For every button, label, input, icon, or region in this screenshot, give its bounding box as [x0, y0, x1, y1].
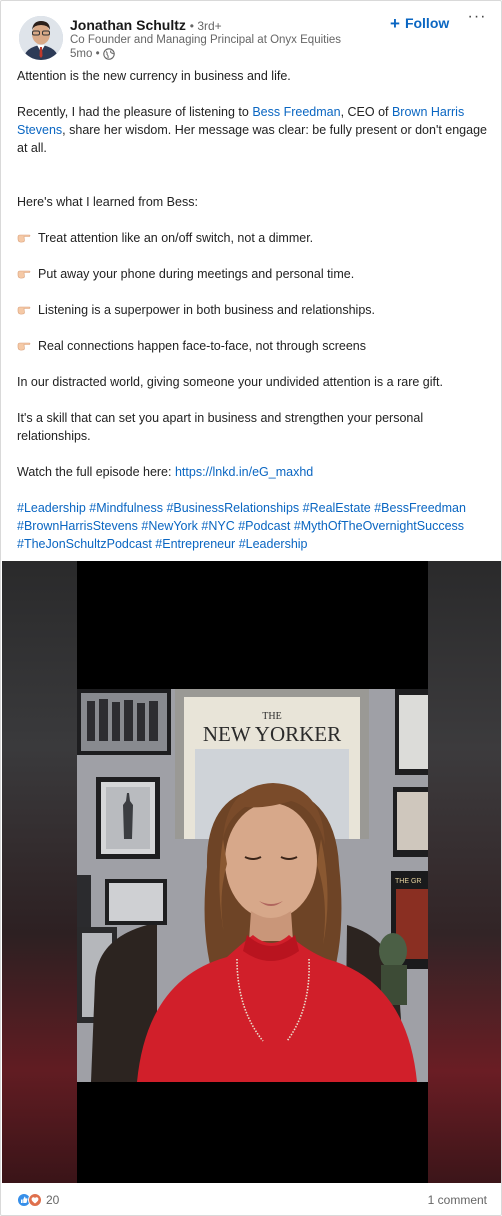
hashtag-link[interactable]: #TheJonSchultzPodcast [17, 537, 152, 551]
video-player[interactable]: THE NEW YORKER THE GR [2, 561, 501, 1183]
globe-icon [102, 48, 115, 60]
pointing-hand-icon [17, 234, 31, 243]
bullet-item: Put away your phone during meetings and … [17, 265, 489, 283]
post-meta: 5mo • [70, 47, 115, 61]
hashtag-link[interactable]: #Leadership [17, 501, 86, 515]
author-photo [19, 16, 63, 60]
text-span: , share her wisdom. Her message was clea… [17, 123, 487, 155]
text-span: Recently, I had the pleasure of listenin… [17, 105, 253, 119]
more-options-button[interactable]: ··· [464, 9, 490, 31]
comments-count[interactable]: 1 comment [428, 1193, 487, 1207]
reaction-count[interactable]: 20 [46, 1193, 59, 1207]
bullet-item: Listening is a superpower in both busine… [17, 301, 489, 319]
magazine-title: NEW YORKER [203, 722, 341, 746]
video-still-image: THE NEW YORKER THE GR [77, 689, 428, 1082]
paragraph: It's a skill that can set you apart in b… [17, 411, 424, 443]
poster-text: THE GR [395, 878, 421, 885]
paragraph: Watch the full episode here: https://lnk… [17, 463, 489, 481]
paragraph: Attention is the new currency in busines… [17, 69, 291, 83]
hashtags: #Leadership #Mindfulness #BusinessRelati… [17, 499, 489, 553]
bullet-text: Put away your phone during meetings and … [38, 267, 355, 281]
magazine-the: THE [262, 711, 281, 722]
hashtag-link[interactable]: #NYC [201, 519, 234, 533]
hashtag-link[interactable]: #MythOfTheOvernightSuccess [294, 519, 464, 533]
love-icon [28, 1193, 42, 1207]
hashtag-link[interactable]: #Leadership [239, 537, 308, 551]
pointing-hand-icon [17, 306, 31, 315]
follow-button[interactable]: + Follow [390, 13, 449, 33]
hashtag-link[interactable]: #Podcast [238, 519, 290, 533]
plus-icon: + [390, 13, 400, 33]
post-header: Jonathan Schultz • 3rd+ Co Founder and M… [1, 1, 501, 65]
reaction-icons [17, 1193, 42, 1207]
author-headline: Co Founder and Managing Principal at Ony… [70, 34, 342, 46]
post-age: 5mo • [70, 48, 100, 60]
paragraph: Recently, I had the pleasure of listenin… [17, 103, 489, 157]
hashtag-link[interactable]: #BessFreedman [374, 501, 466, 515]
connection-degree: • 3rd+ [189, 19, 222, 33]
paragraph: Here's what I learned from Bess: [17, 195, 198, 209]
bullet-item: Real connections happen face-to-face, no… [17, 337, 489, 355]
mention-bess-freedman[interactable]: Bess Freedman [252, 105, 340, 119]
hashtag-link[interactable]: #BrownHarrisStevens [17, 519, 138, 533]
bullet-text: Listening is a superpower in both busine… [38, 303, 376, 317]
follow-label[interactable]: Follow [405, 15, 449, 31]
bullet-text: Treat attention like an on/off switch, n… [38, 231, 314, 245]
pointing-hand-icon [17, 270, 31, 279]
text-span: , CEO of [340, 105, 392, 119]
reactions-summary[interactable]: 20 [17, 1193, 59, 1207]
bullet-item: Treat attention like an on/off switch, n… [17, 229, 489, 247]
hashtag-link[interactable]: #NewYork [141, 519, 198, 533]
hashtag-link[interactable]: #BusinessRelationships [166, 501, 299, 515]
episode-link[interactable]: https://lnkd.in/eG_maxhd [175, 465, 313, 479]
hashtag-link[interactable]: #Mindfulness [89, 501, 163, 515]
bullet-text: Real connections happen face-to-face, no… [38, 339, 366, 353]
hashtag-link[interactable]: #RealEstate [303, 501, 371, 515]
pointing-hand-icon [17, 342, 31, 351]
video-blur-right [428, 561, 501, 1183]
hashtag-link[interactable]: #Entrepreneur [155, 537, 235, 551]
post-text: Attention is the new currency in busines… [17, 67, 489, 553]
author-name-text[interactable]: Jonathan Schultz [70, 17, 186, 33]
video-frame[interactable]: THE NEW YORKER THE GR [77, 689, 428, 1082]
feed-post-card: Jonathan Schultz • 3rd+ Co Founder and M… [0, 0, 502, 1216]
video-blur-left [2, 561, 77, 1183]
social-counts: 20 1 comment [1, 1183, 501, 1215]
paragraph: In our distracted world, giving someone … [17, 375, 443, 389]
text-span: Watch the full episode here: [17, 465, 175, 479]
author-avatar[interactable] [19, 16, 63, 60]
